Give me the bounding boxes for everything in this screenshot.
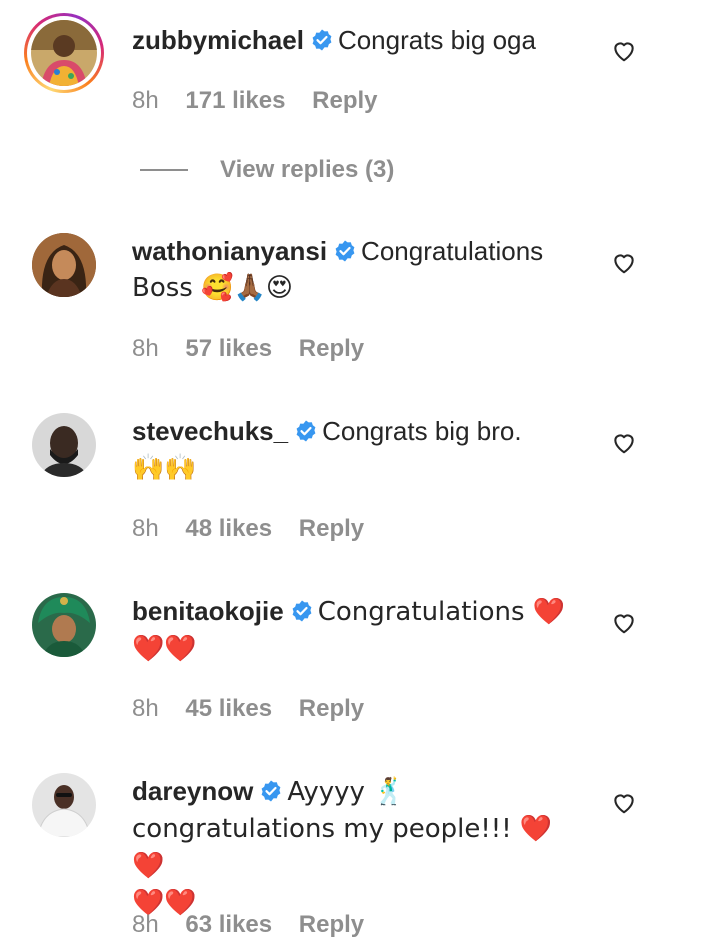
heart-outline-icon[interactable] xyxy=(611,38,637,64)
comment-body: Congratulations xyxy=(361,236,544,266)
comment-body: Congratulations ❤️ xyxy=(317,597,566,627)
comment-meta: 8h 63 likes Reply xyxy=(132,910,384,940)
comment-meta: 8h 45 likes Reply xyxy=(132,694,384,724)
comment-body-line2: 🙌🙌 xyxy=(132,453,197,483)
story-ring[interactable] xyxy=(24,13,104,93)
comment-meta: 8h 57 likes Reply xyxy=(132,334,384,364)
avatar[interactable] xyxy=(32,773,96,837)
comment-body-line2: Boss 🥰🙏🏾😍 xyxy=(132,273,293,303)
comment-text: stevechuks_ Congrats big bro. 🙌🙌 xyxy=(132,413,582,486)
reply-button[interactable]: Reply xyxy=(299,335,364,362)
reply-button[interactable]: Reply xyxy=(312,87,377,114)
comment-username[interactable]: stevechuks_ xyxy=(132,416,288,446)
comment-time: 8h xyxy=(132,911,159,938)
comment-text: benitaokojie Congratulations ❤️ ❤️❤️ xyxy=(132,593,582,667)
replies-divider xyxy=(140,169,188,171)
comment-time: 8h xyxy=(132,335,159,362)
verified-badge-icon xyxy=(292,600,312,622)
comment-username[interactable]: benitaokojie xyxy=(132,596,284,626)
heart-outline-icon[interactable] xyxy=(611,250,637,276)
comment-time: 8h xyxy=(132,87,159,114)
heart-outline-icon[interactable] xyxy=(611,610,637,636)
comment-meta: 8h 48 likes Reply xyxy=(132,514,384,544)
avatar[interactable] xyxy=(32,413,96,477)
avatar[interactable] xyxy=(31,20,97,86)
comment-likes[interactable]: 63 likes xyxy=(185,911,272,938)
comment-likes[interactable]: 48 likes xyxy=(185,515,272,542)
comment-body-line2: congratulations my people!!! ❤️❤️ xyxy=(132,814,553,881)
comment-username[interactable]: dareynow xyxy=(132,776,253,806)
comment-username[interactable]: wathonianyansi xyxy=(132,236,327,266)
comment-time: 8h xyxy=(132,515,159,542)
reply-button[interactable]: Reply xyxy=(299,695,364,722)
comment-likes[interactable]: 45 likes xyxy=(185,695,272,722)
comment-likes[interactable]: 57 likes xyxy=(185,335,272,362)
reply-button[interactable]: Reply xyxy=(299,515,364,542)
comment-username[interactable]: zubbymichael xyxy=(132,25,304,55)
view-replies-button[interactable]: View replies (3) xyxy=(140,155,394,185)
verified-badge-icon xyxy=(261,780,281,802)
heart-outline-icon[interactable] xyxy=(611,430,637,456)
comment-body: Ayyyy 🕺 xyxy=(287,777,406,807)
verified-badge-icon xyxy=(335,240,355,262)
comment-body: Congrats big oga xyxy=(337,25,536,55)
comment-time: 8h xyxy=(132,695,159,722)
comment-text: wathonianyansi Congratulations Boss 🥰🙏🏾😍 xyxy=(132,233,582,306)
comment-body: Congrats big bro. xyxy=(322,416,522,446)
comment-meta: 8h 171 likes Reply xyxy=(132,86,398,116)
comment-likes[interactable]: 171 likes xyxy=(185,87,285,114)
verified-badge-icon xyxy=(312,29,332,51)
view-replies-label: View replies (3) xyxy=(220,156,395,183)
avatar[interactable] xyxy=(32,593,96,657)
comment-body-line2: ❤️❤️ xyxy=(132,634,197,664)
heart-outline-icon[interactable] xyxy=(611,790,637,816)
reply-button[interactable]: Reply xyxy=(299,911,364,938)
verified-badge-icon xyxy=(296,420,316,442)
avatar[interactable] xyxy=(32,233,96,297)
comment-text: dareynow Ayyyy 🕺 congratulations my peopl… xyxy=(132,773,582,921)
comment-text: zubbymichael Congrats big oga xyxy=(132,22,582,58)
